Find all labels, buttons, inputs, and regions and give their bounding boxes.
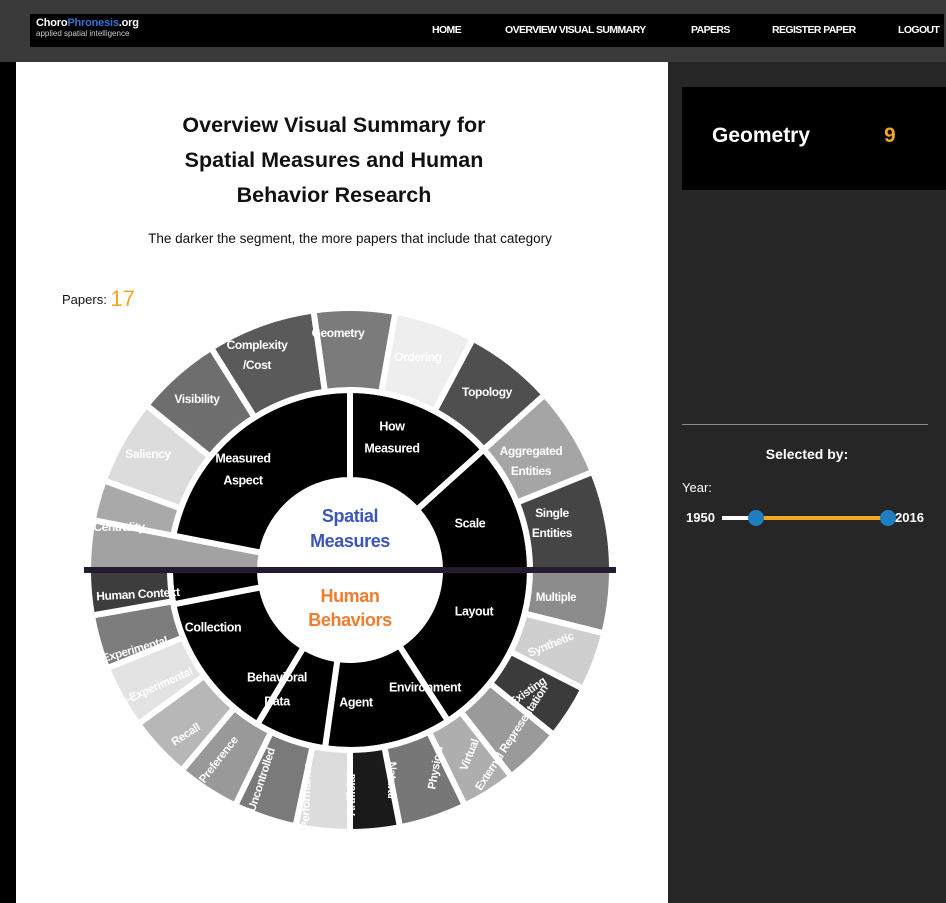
outer-label-single-entities: Single [535,506,569,520]
inner-label-measured-aspect: Measured [215,451,270,465]
inner-label-measured-aspect: Aspect [223,473,264,487]
year-max-label: 2016 [895,510,924,525]
inner-label-environment: Environment [389,680,462,694]
outer-label-centrality: Centrality [93,520,145,534]
outer-label-performance: Performance [300,763,314,829]
year-slider-range[interactable] [756,516,888,520]
outer-label-topology: Topology [462,385,513,399]
center-label-behaviors: Behaviors [308,610,392,630]
outer-label-complexity-cost: /Cost [243,358,271,372]
nav-papers[interactable]: PAPERS [691,24,730,36]
inner-label-scale: Scale [455,516,486,530]
center-label-measures: Measures [310,531,390,551]
year-max-handle[interactable] [880,510,896,526]
center-label-spatial: Spatial [322,506,378,526]
inner-label-behavioral-data: Behavioral [247,670,307,684]
tooltip-value: 9 [884,124,896,147]
nav-logout[interactable]: LOGOUT [898,24,940,36]
inner-label-layout: Layout [455,604,495,618]
outer-label-multiple: Multiple [536,592,576,604]
hemisphere-divider [84,567,616,573]
selected-by-heading: Selected by: [765,446,849,462]
outer-label-aggregated-entities: Entities [511,464,552,478]
year-min-label: 1950 [686,510,715,525]
year-min-handle[interactable] [748,510,764,526]
outer-label-artificial: Artificial [346,774,358,816]
outer-label-geometry: Geometry [312,326,366,340]
center-label-human: Human [320,586,379,606]
sunburst-chart: Spatial Measures Human Behaviors Measured Asp… [84,305,616,836]
outer-label-saliency: Saliency [125,447,171,461]
outer-label-visibility: Visibility [174,392,220,406]
outer-label-ordering: Ordering [394,350,442,364]
inner-label-agent: Agent [339,695,374,709]
outer-label-aggregated-entities: Aggregated [500,444,563,458]
inner-label-how-measured: Measured [364,441,419,455]
inner-label-collection: Collection [185,620,241,634]
outer-label-single-entities: Entities [532,526,573,540]
tooltip-label: Geometry [712,124,811,147]
nav-register-paper[interactable]: REGISTER PAPER [772,24,856,36]
inner-label-how-measured: How [379,419,405,433]
year-filter-label: Year: [682,480,712,495]
inner-label-behavioral-data: Data [264,694,291,708]
sidebar-divider [682,424,928,425]
outer-label-complexity-cost: Complexity [227,338,288,352]
outer-label-natural: Natural [385,762,397,799]
